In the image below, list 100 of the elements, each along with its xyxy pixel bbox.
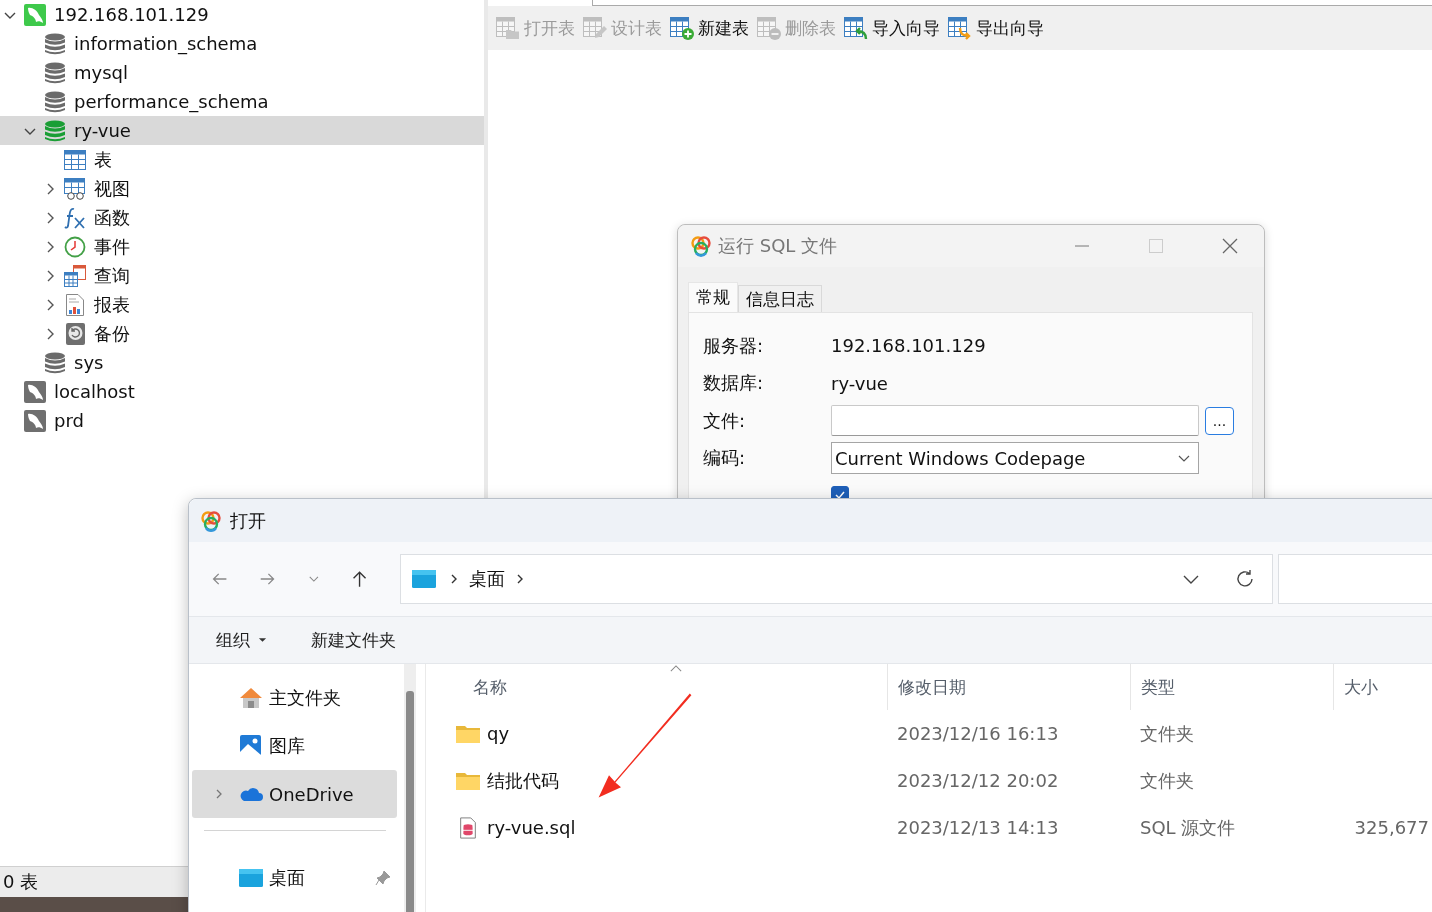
organize-menu[interactable]: 组织: [216, 628, 267, 652]
chevron-right-icon[interactable]: [214, 788, 224, 800]
tree-item[interactable]: 视图: [0, 174, 484, 203]
field-label: 文件:: [703, 408, 747, 433]
table-icon: [496, 16, 520, 40]
tree-item[interactable]: 查询: [0, 261, 484, 290]
tree-label: mysql: [74, 62, 128, 83]
toolbar-button[interactable]: 导入向导: [840, 10, 944, 46]
file-row[interactable]: qy 2023/12/16 16:13 文件夹: [426, 710, 1432, 757]
table-cell: 325,677: [1354, 817, 1429, 838]
window-title: 运行 SQL 文件: [718, 234, 838, 258]
backup-icon: [64, 322, 86, 345]
tree-label: 视图: [94, 176, 130, 201]
field-label: 服务器:: [703, 333, 765, 358]
desktop-icon: [412, 570, 436, 588]
field-value: 192.168.101.129: [831, 335, 986, 357]
logo-icon: [690, 235, 712, 257]
tree-label: 报表: [94, 292, 130, 317]
tree-item[interactable]: ry-vue: [0, 116, 484, 145]
desktop-icon: [239, 866, 263, 890]
file-row[interactable]: 结批代码 2023/12/12 20:02 文件夹: [426, 757, 1432, 804]
tree-label: ry-vue: [74, 120, 131, 141]
scrollbar[interactable]: [404, 664, 416, 912]
pin-icon[interactable]: [375, 870, 391, 886]
field-label: 编码:: [703, 446, 747, 471]
column-header[interactable]: 类型: [1130, 664, 1333, 710]
tree-label: performance_schema: [74, 91, 269, 112]
file-row[interactable]: ry-vue.sql 2023/12/13 14:13 SQL 源文件 325,677: [426, 804, 1432, 851]
tree-label: localhost: [54, 381, 135, 402]
breadcrumb-item[interactable]: 桌面: [464, 567, 510, 591]
table-icon: [670, 16, 694, 40]
close-icon[interactable]: [1222, 238, 1238, 254]
table-icon: [583, 16, 607, 40]
tab[interactable]: 信息日志: [738, 285, 822, 312]
tab[interactable]: 常规: [688, 282, 738, 312]
table-icon: [948, 16, 972, 40]
sidebar-item[interactable]: OneDrive: [192, 770, 397, 818]
tree-label: 192.168.101.129: [54, 4, 209, 25]
table-cell-text: SQL 源文件: [1139, 815, 1237, 840]
logo-icon: [200, 509, 222, 532]
tree-label: prd: [54, 410, 84, 431]
table-cell-text: 文件夹: [1139, 768, 1195, 793]
clock-icon: [64, 235, 86, 258]
tree-item[interactable]: 函数: [0, 203, 484, 232]
function-icon: [64, 206, 86, 229]
tree-item[interactable]: 192.168.101.129: [0, 0, 484, 29]
tree-item[interactable]: localhost: [0, 377, 484, 406]
view-icon: [64, 177, 86, 200]
tree-item[interactable]: 表: [0, 145, 484, 174]
refresh-icon[interactable]: [1234, 569, 1255, 589]
query-icon: [64, 264, 86, 287]
table-cell-text: 2023/12/12 20:02: [896, 770, 1060, 791]
sidebar-item[interactable]: 主文件夹: [192, 674, 397, 722]
file-name: ry-vue.sql: [487, 817, 576, 838]
caret-icon: [258, 637, 267, 643]
new-folder-button[interactable]: 新建文件夹: [311, 628, 396, 652]
sort-caret-icon[interactable]: [670, 665, 682, 672]
column-header[interactable]: 修改日期: [887, 664, 1130, 710]
column-header[interactable]: 名称: [426, 664, 887, 710]
file-name: qy: [487, 723, 510, 744]
encoding-dropdown[interactable]: Current Windows Codepage: [831, 442, 1199, 475]
tree-label: 函数: [94, 205, 130, 230]
report-icon: [64, 293, 86, 316]
tree-item[interactable]: prd: [0, 406, 484, 435]
tree-label: 表: [94, 147, 112, 172]
search-field[interactable]: [1277, 554, 1432, 604]
tree-label: information_schema: [74, 33, 258, 54]
chevron-right-icon: [449, 573, 459, 585]
file-input[interactable]: [831, 405, 1199, 437]
tree-label: sys: [74, 352, 104, 373]
scrollbar-thumb[interactable]: [406, 691, 414, 912]
table-cell-text: 2023/12/16 16:13: [896, 723, 1060, 744]
tree-label: 事件: [94, 234, 130, 259]
home-icon: [239, 686, 263, 710]
file-name: 结批代码: [487, 768, 559, 793]
chevron-right-icon: [515, 573, 525, 585]
sidebar-item[interactable]: 图库: [192, 722, 397, 770]
table-icon: [757, 16, 781, 40]
image-icon: [239, 734, 263, 758]
field-value: ry-vue: [831, 372, 888, 394]
address-bar[interactable]: 桌面: [400, 554, 1273, 604]
field-label: 数据库:: [703, 371, 765, 396]
tree-item[interactable]: performance_schema: [0, 87, 484, 116]
toolbar-button[interactable]: 新建表: [666, 10, 753, 46]
tree-label: 查询: [94, 263, 130, 288]
toolbar-button[interactable]: 导出向导: [944, 10, 1048, 46]
tree-item[interactable]: 报表: [0, 290, 484, 319]
column-header[interactable]: 大小: [1333, 664, 1432, 710]
tree-label: 备份: [94, 321, 130, 346]
tree-item[interactable]: information_schema: [0, 29, 484, 58]
table-cell-text: 2023/12/13 14:13: [896, 817, 1060, 838]
tree-item[interactable]: mysql: [0, 58, 484, 87]
table-cell-text: 文件夹: [1139, 721, 1195, 746]
table-icon: [64, 148, 86, 171]
table-icon: [844, 16, 868, 40]
tree-item[interactable]: 备份: [0, 319, 484, 348]
tree-item[interactable]: sys: [0, 348, 484, 377]
tree-item[interactable]: 事件: [0, 232, 484, 261]
browse-button[interactable]: ...: [1205, 406, 1234, 435]
up-arrow-icon[interactable]: [350, 569, 368, 589]
